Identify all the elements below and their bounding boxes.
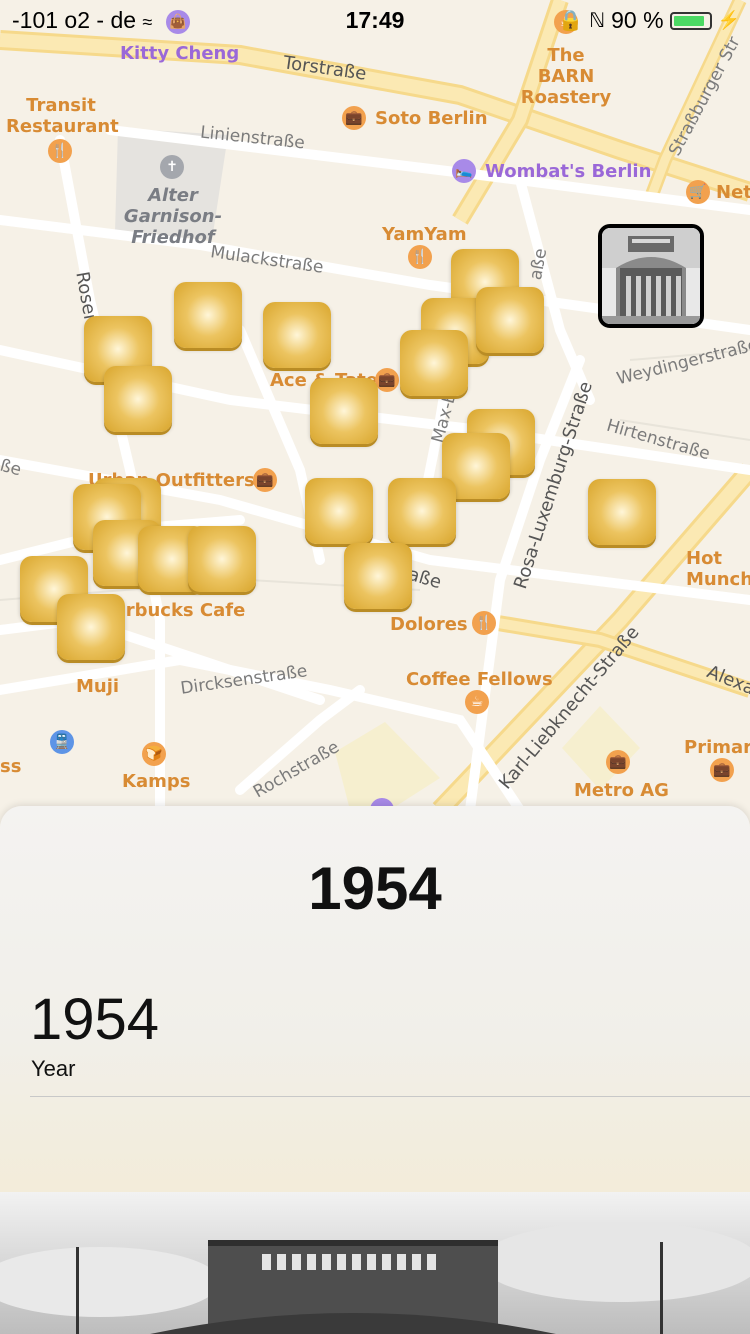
poi-label[interactable]: Transit Restaurant	[6, 95, 119, 137]
selected-photo-thumbnail[interactable]	[598, 224, 704, 328]
photo-marker[interactable]	[305, 478, 373, 544]
coffee-icon[interactable]: ☕	[465, 690, 489, 714]
fork-knife-icon[interactable]: 🍴	[408, 245, 432, 269]
battery-percent: 90 %	[611, 7, 664, 33]
poi-label[interactable]: Wombat's Berlin	[485, 161, 651, 182]
photo-marker[interactable]	[400, 330, 468, 396]
photo-marker[interactable]	[588, 479, 656, 545]
photo-marker[interactable]	[476, 287, 544, 353]
historic-photo[interactable]	[0, 1192, 750, 1334]
poi-label[interactable]: Kitty Cheng	[120, 43, 239, 64]
rotation-lock-icon: 🔒	[558, 10, 584, 32]
building-photo-icon	[0, 1192, 750, 1334]
cart-icon[interactable]: 🛒	[686, 180, 710, 204]
photo-marker[interactable]	[388, 478, 456, 544]
train-icon[interactable]: 🚆	[50, 730, 74, 754]
poi-label[interactable]: Hot Munch	[686, 548, 750, 590]
shopping-bag-icon[interactable]: 💼	[253, 468, 277, 492]
bluetooth-icon: ℕ	[589, 10, 606, 32]
poi-label[interactable]: Dolores	[390, 614, 468, 635]
status-right: 🔒 ℕ 90 % ⚡	[558, 7, 740, 34]
detail-sheet[interactable]: 1954 1954 Year	[0, 806, 750, 1196]
poi-label[interactable]: YamYam	[382, 224, 467, 245]
cemetery-icon: ✝	[160, 155, 184, 179]
poi-label[interactable]: The BARN Roastery	[520, 45, 612, 108]
poi-label[interactable]: ss	[0, 756, 21, 777]
poi-label[interactable]: Primar	[684, 737, 750, 758]
photo-marker[interactable]	[57, 594, 125, 660]
charging-icon: ⚡	[717, 10, 740, 30]
poi-label[interactable]: Muji	[76, 676, 119, 697]
poi-label[interactable]: Coffee Fellows	[406, 669, 553, 690]
sheet-title: 1954	[308, 855, 442, 922]
croissant-icon[interactable]: 🍞	[142, 742, 166, 766]
battery-icon	[669, 11, 712, 30]
bed-icon[interactable]: 🛌	[452, 159, 476, 183]
divider	[30, 1096, 750, 1097]
briefcase-icon[interactable]: 💼	[606, 750, 630, 774]
shopping-bag-icon[interactable]: 💼	[710, 758, 734, 782]
photo-marker[interactable]	[310, 378, 378, 444]
photo-marker[interactable]	[104, 366, 172, 432]
photo-marker[interactable]	[344, 543, 412, 609]
status-bar: -101 o2 - de ≈ 17:49 🔒 ℕ 90 % ⚡	[0, 0, 750, 40]
year-value: 1954	[30, 987, 160, 1052]
fork-knife-icon[interactable]: 🍴	[48, 139, 72, 163]
year-label: Year	[31, 1056, 76, 1081]
photo-marker[interactable]	[188, 526, 256, 592]
poi-label[interactable]: Net	[716, 182, 750, 203]
building-photo-icon	[602, 228, 700, 324]
photo-marker[interactable]	[263, 302, 331, 368]
shopping-bag-icon[interactable]: 💼	[375, 368, 399, 392]
fork-knife-icon[interactable]: 🍴	[472, 611, 496, 635]
poi-label[interactable]: Soto Berlin	[375, 108, 488, 129]
poi-label: Alter Garnison-Friedhof	[123, 185, 223, 248]
poi-label[interactable]: Kamps	[122, 771, 190, 792]
poi-label[interactable]: Metro AG	[574, 780, 669, 801]
photo-marker[interactable]	[174, 282, 242, 348]
map-view[interactable]: Torstraße Linienstraße Mulackstraße Rose…	[0, 0, 750, 810]
shopping-bag-icon[interactable]: 💼	[342, 106, 366, 130]
